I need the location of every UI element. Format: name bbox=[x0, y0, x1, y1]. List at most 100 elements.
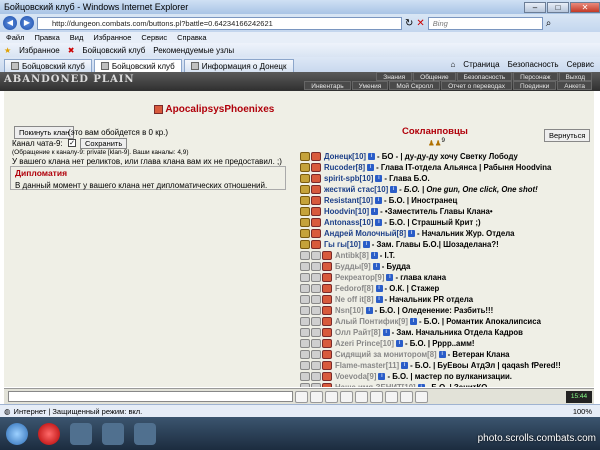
menu-exit[interactable]: Выход bbox=[558, 72, 592, 81]
info-icon[interactable]: i bbox=[382, 329, 390, 336]
menu-skills[interactable]: Умения bbox=[351, 81, 389, 90]
info-icon[interactable]: i bbox=[362, 241, 370, 248]
maximize-button[interactable]: □ bbox=[547, 1, 569, 13]
member-name[interactable]: Fedorof[8] bbox=[335, 284, 374, 293]
menu-scroll[interactable]: Мой Скролл bbox=[389, 81, 441, 90]
folder-icon[interactable] bbox=[70, 422, 92, 445]
info-icon[interactable]: i bbox=[365, 307, 373, 314]
info-icon[interactable]: i bbox=[375, 219, 383, 226]
info-icon[interactable]: i bbox=[409, 318, 417, 325]
member-name[interactable]: Гы гы[10] bbox=[324, 240, 361, 249]
chat-scroll-button[interactable] bbox=[415, 390, 428, 403]
chat-mode-button[interactable] bbox=[385, 390, 398, 403]
leave-clan-button[interactable]: Покинуть клан bbox=[14, 126, 75, 139]
translit-button[interactable] bbox=[355, 390, 368, 403]
member-name[interactable]: Сидящий за монитором[8] bbox=[335, 350, 437, 359]
member-name[interactable]: Voevoda[9] bbox=[335, 372, 376, 381]
info-icon[interactable]: i bbox=[408, 230, 416, 237]
info-icon[interactable]: i bbox=[390, 186, 398, 193]
menu-edit[interactable]: Правка bbox=[34, 33, 59, 42]
menu-fights[interactable]: Поединки bbox=[512, 81, 557, 90]
chat-settings-button[interactable] bbox=[370, 390, 383, 403]
member-name[interactable]: Flame-master[11] bbox=[335, 361, 399, 370]
filter-button[interactable] bbox=[340, 390, 353, 403]
menu-help[interactable]: Справка bbox=[177, 33, 206, 42]
menu-transfers[interactable]: Отчет о переводах bbox=[441, 81, 512, 90]
ie-icon[interactable] bbox=[134, 422, 156, 445]
menu-inventory[interactable]: Инвентарь bbox=[304, 81, 351, 90]
menu-profile[interactable]: Анкета bbox=[557, 81, 592, 90]
member-name[interactable]: spirit-spb[10] bbox=[324, 174, 373, 183]
member-name[interactable]: жесткий стас[10] bbox=[324, 185, 388, 194]
menu-character[interactable]: Персонаж bbox=[513, 72, 558, 81]
forward-icon[interactable]: ▶ bbox=[20, 16, 34, 30]
menu-security[interactable]: Безопасность bbox=[456, 72, 513, 81]
minimize-button[interactable]: – bbox=[524, 1, 546, 13]
save-channel-button[interactable]: Сохранить bbox=[80, 138, 128, 149]
menu-view[interactable]: Вид bbox=[70, 33, 84, 42]
favorites-button[interactable]: Избранное bbox=[19, 46, 60, 55]
stop-icon[interactable]: ✕ bbox=[416, 18, 424, 29]
info-icon[interactable]: i bbox=[372, 263, 380, 270]
member-name[interactable]: Azeri Prince[10] bbox=[335, 339, 394, 348]
send-button[interactable] bbox=[295, 390, 308, 403]
clear-button[interactable] bbox=[310, 390, 323, 403]
recommended-sites[interactable]: Рекомендуемые узлы bbox=[153, 46, 234, 55]
channel-checkbox[interactable]: ✓ bbox=[68, 139, 76, 147]
info-icon[interactable]: i bbox=[395, 340, 403, 347]
info-icon[interactable]: i bbox=[401, 362, 409, 369]
member-name[interactable]: Наше имя-ЗЕНИТ[10] bbox=[335, 383, 416, 387]
home-icon[interactable]: ⌂ bbox=[450, 60, 455, 69]
info-icon[interactable]: i bbox=[375, 296, 383, 303]
menu-communication[interactable]: Общение bbox=[413, 72, 456, 81]
member-name[interactable]: Resistant[10] bbox=[324, 196, 373, 205]
info-icon[interactable]: i bbox=[375, 175, 383, 182]
member-name[interactable]: Будды[9] bbox=[335, 262, 371, 271]
menu-tools[interactable]: Сервис bbox=[141, 33, 167, 42]
info-icon[interactable]: i bbox=[374, 197, 382, 204]
info-icon[interactable]: i bbox=[386, 274, 394, 281]
chat-sound-button[interactable] bbox=[400, 390, 413, 403]
address-bar[interactable]: http://dungeon.combats.com/buttons.pl?ba… bbox=[37, 16, 402, 30]
member-name[interactable]: Rucoder[8] bbox=[324, 163, 365, 172]
member-name[interactable]: Донецк[10] bbox=[324, 152, 366, 161]
start-button[interactable] bbox=[6, 422, 28, 445]
back-icon[interactable]: ◀ bbox=[3, 16, 17, 30]
member-name[interactable]: Олл Райт[8] bbox=[335, 328, 381, 337]
info-icon[interactable]: i bbox=[375, 285, 383, 292]
menu-file[interactable]: Файл bbox=[6, 33, 24, 42]
member-name[interactable]: Antonass[10] bbox=[324, 218, 373, 227]
smiles-button[interactable] bbox=[325, 390, 338, 403]
zoom-level[interactable]: 100% bbox=[573, 407, 592, 416]
tab-fight-club-1[interactable]: Бойцовский клуб bbox=[4, 59, 92, 72]
info-icon[interactable]: i bbox=[438, 351, 446, 358]
opera-icon[interactable] bbox=[38, 422, 60, 445]
cmd-security[interactable]: Безопасность bbox=[508, 60, 559, 69]
search-input[interactable]: Bing bbox=[427, 16, 543, 30]
info-icon[interactable]: i bbox=[367, 164, 375, 171]
member-name[interactable]: Алый Понтифик[9] bbox=[335, 317, 408, 326]
close-button[interactable]: ✕ bbox=[570, 1, 600, 13]
info-icon[interactable]: i bbox=[370, 252, 378, 259]
chat-input[interactable] bbox=[8, 391, 293, 402]
menu-favorites[interactable]: Избранное bbox=[93, 33, 131, 42]
info-icon[interactable]: i bbox=[378, 373, 386, 380]
info-icon[interactable]: i bbox=[371, 208, 379, 215]
menu-knowledge[interactable]: Знания bbox=[376, 72, 413, 81]
info-icon[interactable]: i bbox=[417, 384, 425, 387]
tab-fight-club-2[interactable]: Бойцовский клуб bbox=[93, 59, 182, 72]
search-icon[interactable]: ⌕ bbox=[546, 18, 552, 29]
member-name[interactable]: Рекреатор[9] bbox=[335, 273, 384, 282]
cmd-page[interactable]: Страница bbox=[463, 60, 499, 69]
member-name[interactable]: Antibk[8] bbox=[335, 251, 369, 260]
member-name[interactable]: Hoodvin[10] bbox=[324, 207, 369, 216]
media-icon[interactable] bbox=[102, 422, 124, 445]
refresh-icon[interactable]: ↻ bbox=[405, 18, 413, 29]
member-name[interactable]: Андрей Молочный[8] bbox=[324, 229, 406, 238]
tab-donetsk-info[interactable]: Информация о Донецк bbox=[183, 59, 294, 72]
cmd-tools[interactable]: Сервис bbox=[567, 60, 594, 69]
favorite-link[interactable]: Бойцовский клуб bbox=[82, 46, 145, 55]
member-name[interactable]: Nsn[10] bbox=[335, 306, 364, 315]
info-icon[interactable]: i bbox=[368, 153, 376, 160]
member-name[interactable]: Ne off it[8] bbox=[335, 295, 374, 304]
